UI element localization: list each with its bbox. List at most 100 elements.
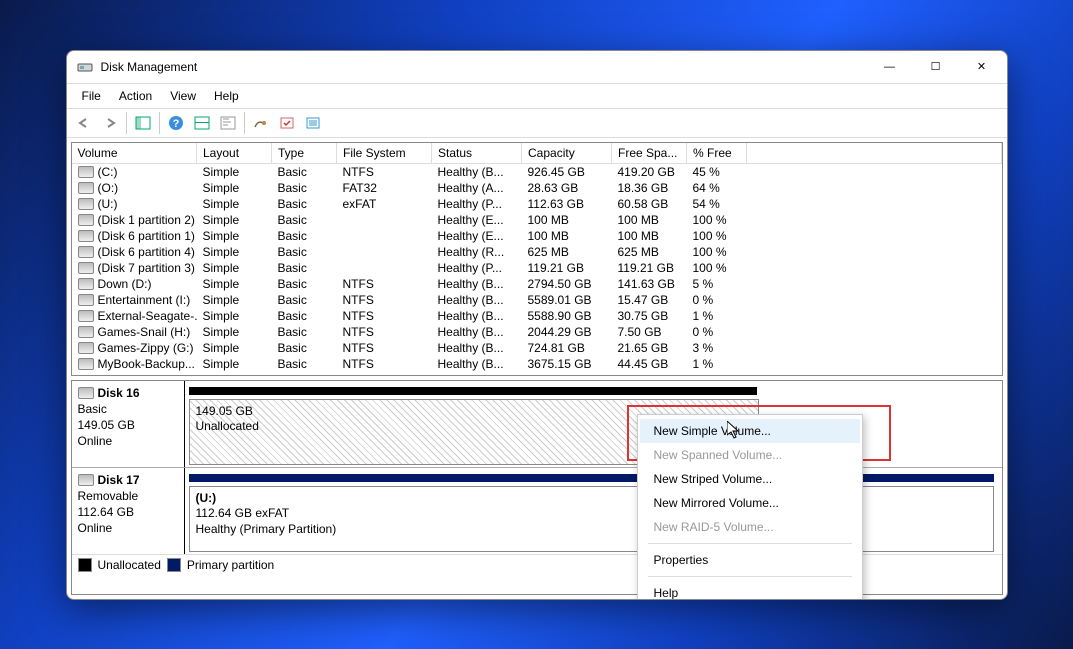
cell: Simple — [197, 276, 272, 292]
cell: 100 % — [687, 244, 747, 260]
menu-help[interactable]: Help — [205, 87, 248, 105]
cell: Healthy (P... — [432, 260, 522, 276]
unallocated-stripe — [189, 387, 757, 395]
cell: 44.45 GB — [612, 356, 687, 372]
cell: 5589.01 GB — [522, 292, 612, 308]
cell: Basic — [272, 324, 337, 340]
cell: Down (D:) — [72, 276, 197, 292]
cell: Games-Snail (H:) — [72, 324, 197, 340]
ctx-new-simple-volume[interactable]: New Simple Volume... — [640, 419, 860, 443]
cell: FAT32 — [337, 180, 432, 196]
cell: Healthy (E... — [432, 228, 522, 244]
ctx-properties[interactable]: Properties — [640, 548, 860, 572]
cell: 100 % — [687, 212, 747, 228]
cell: 54 % — [687, 196, 747, 212]
disk-state: Online — [78, 433, 178, 449]
partition-area: 149.05 GB Unallocated — [185, 381, 1002, 467]
titlebar[interactable]: Disk Management — ☐ ✕ — [67, 51, 1007, 84]
disk-state: Online — [78, 520, 178, 536]
cell: External-Seagate-... — [72, 308, 197, 324]
column-header[interactable]: % Free — [687, 143, 747, 164]
ctx-help[interactable]: Help — [640, 581, 860, 600]
volume-icon — [78, 310, 94, 322]
menu-file[interactable]: File — [73, 87, 110, 105]
column-header[interactable]: Layout — [197, 143, 272, 164]
table-row[interactable]: Games-Zippy (G:)SimpleBasicNTFSHealthy (… — [72, 340, 1002, 356]
table-row[interactable]: Down (D:)SimpleBasicNTFSHealthy (B...279… — [72, 276, 1002, 292]
svg-text:?: ? — [172, 118, 179, 130]
forward-button[interactable] — [98, 111, 122, 135]
cell: Healthy (B... — [432, 340, 522, 356]
table-row[interactable]: Entertainment (I:)SimpleBasicNTFSHealthy… — [72, 292, 1002, 308]
disk-size: 112.64 GB — [78, 504, 178, 520]
refresh-button[interactable] — [190, 111, 214, 135]
disk-name: Disk 17 — [98, 472, 140, 488]
cell: Healthy (E... — [432, 212, 522, 228]
settings-button[interactable] — [216, 111, 240, 135]
cell — [337, 228, 432, 244]
cell: 926.45 GB — [522, 163, 612, 180]
menu-action[interactable]: Action — [110, 87, 161, 105]
disk-type: Basic — [78, 401, 178, 417]
cell: 15.47 GB — [612, 292, 687, 308]
volume-icon — [78, 214, 94, 226]
disk-icon — [78, 474, 94, 486]
ctx-new-striped-volume[interactable]: New Striped Volume... — [640, 467, 860, 491]
close-button[interactable]: ✕ — [959, 52, 1005, 82]
volume-icon — [78, 294, 94, 306]
cell: NTFS — [337, 356, 432, 372]
ctx-new-mirrored-volume[interactable]: New Mirrored Volume... — [640, 491, 860, 515]
cell: Basic — [272, 308, 337, 324]
table-row[interactable]: (U:)SimpleBasicexFATHealthy (P...112.63 … — [72, 196, 1002, 212]
menubar: File Action View Help — [67, 84, 1007, 109]
cell: 5588.90 GB — [522, 308, 612, 324]
cell: NTFS — [337, 324, 432, 340]
table-row[interactable]: (Disk 6 partition 4)SimpleBasicHealthy (… — [72, 244, 1002, 260]
partition-title: (U:) — [196, 491, 987, 507]
column-header[interactable]: Free Spa... — [612, 143, 687, 164]
volume-list[interactable]: VolumeLayoutTypeFile SystemStatusCapacit… — [72, 143, 1002, 375]
table-row[interactable]: (Disk 1 partition 2)SimpleBasicHealthy (… — [72, 212, 1002, 228]
minimize-button[interactable]: — — [867, 52, 913, 82]
disk-icon — [78, 387, 94, 399]
legend-swatch-unallocated — [78, 558, 92, 572]
table-row[interactable]: External-Seagate-...SimpleBasicNTFSHealt… — [72, 308, 1002, 324]
maximize-button[interactable]: ☐ — [913, 52, 959, 82]
show-hide-button[interactable] — [131, 111, 155, 135]
table-row[interactable]: Games-Snail (H:)SimpleBasicNTFSHealthy (… — [72, 324, 1002, 340]
table-row[interactable]: (Disk 7 partition 3)SimpleBasicHealthy (… — [72, 260, 1002, 276]
check-button[interactable] — [275, 111, 299, 135]
volume-icon — [78, 246, 94, 258]
table-row[interactable]: (Disk 6 partition 1)SimpleBasicHealthy (… — [72, 228, 1002, 244]
list-button[interactable] — [301, 111, 325, 135]
cell: (Disk 7 partition 3) — [72, 260, 197, 276]
column-header[interactable]: File System — [337, 143, 432, 164]
cell: Simple — [197, 180, 272, 196]
partition-primary[interactable]: (U:) 112.64 GB exFAT Healthy (Primary Pa… — [189, 486, 994, 552]
cell — [337, 260, 432, 276]
toolbar-separator — [126, 112, 127, 134]
action-button[interactable] — [249, 111, 273, 135]
cell: Basic — [272, 228, 337, 244]
cell — [337, 212, 432, 228]
column-header[interactable]: Type — [272, 143, 337, 164]
cell: NTFS — [337, 308, 432, 324]
cell: Basic — [272, 340, 337, 356]
cell: 724.81 GB — [522, 340, 612, 356]
disk-graphical-pane: Disk 16 Basic 149.05 GB Online 149.05 GB… — [71, 380, 1003, 595]
toolbar-separator — [159, 112, 160, 134]
table-row[interactable]: MyBook-Backup...SimpleBasicNTFSHealthy (… — [72, 356, 1002, 372]
cell: 30.75 GB — [612, 308, 687, 324]
table-row[interactable]: (O:)SimpleBasicFAT32Healthy (A...28.63 G… — [72, 180, 1002, 196]
column-header[interactable]: Status — [432, 143, 522, 164]
table-row[interactable]: (C:)SimpleBasicNTFSHealthy (B...926.45 G… — [72, 163, 1002, 180]
column-header[interactable]: Volume — [72, 143, 197, 164]
volume-icon — [78, 358, 94, 370]
back-button[interactable] — [72, 111, 96, 135]
cell: Simple — [197, 340, 272, 356]
help-button[interactable]: ? — [164, 111, 188, 135]
toolbar: ? — [67, 109, 1007, 138]
column-header[interactable]: Capacity — [522, 143, 612, 164]
cell: (O:) — [72, 180, 197, 196]
menu-view[interactable]: View — [161, 87, 205, 105]
